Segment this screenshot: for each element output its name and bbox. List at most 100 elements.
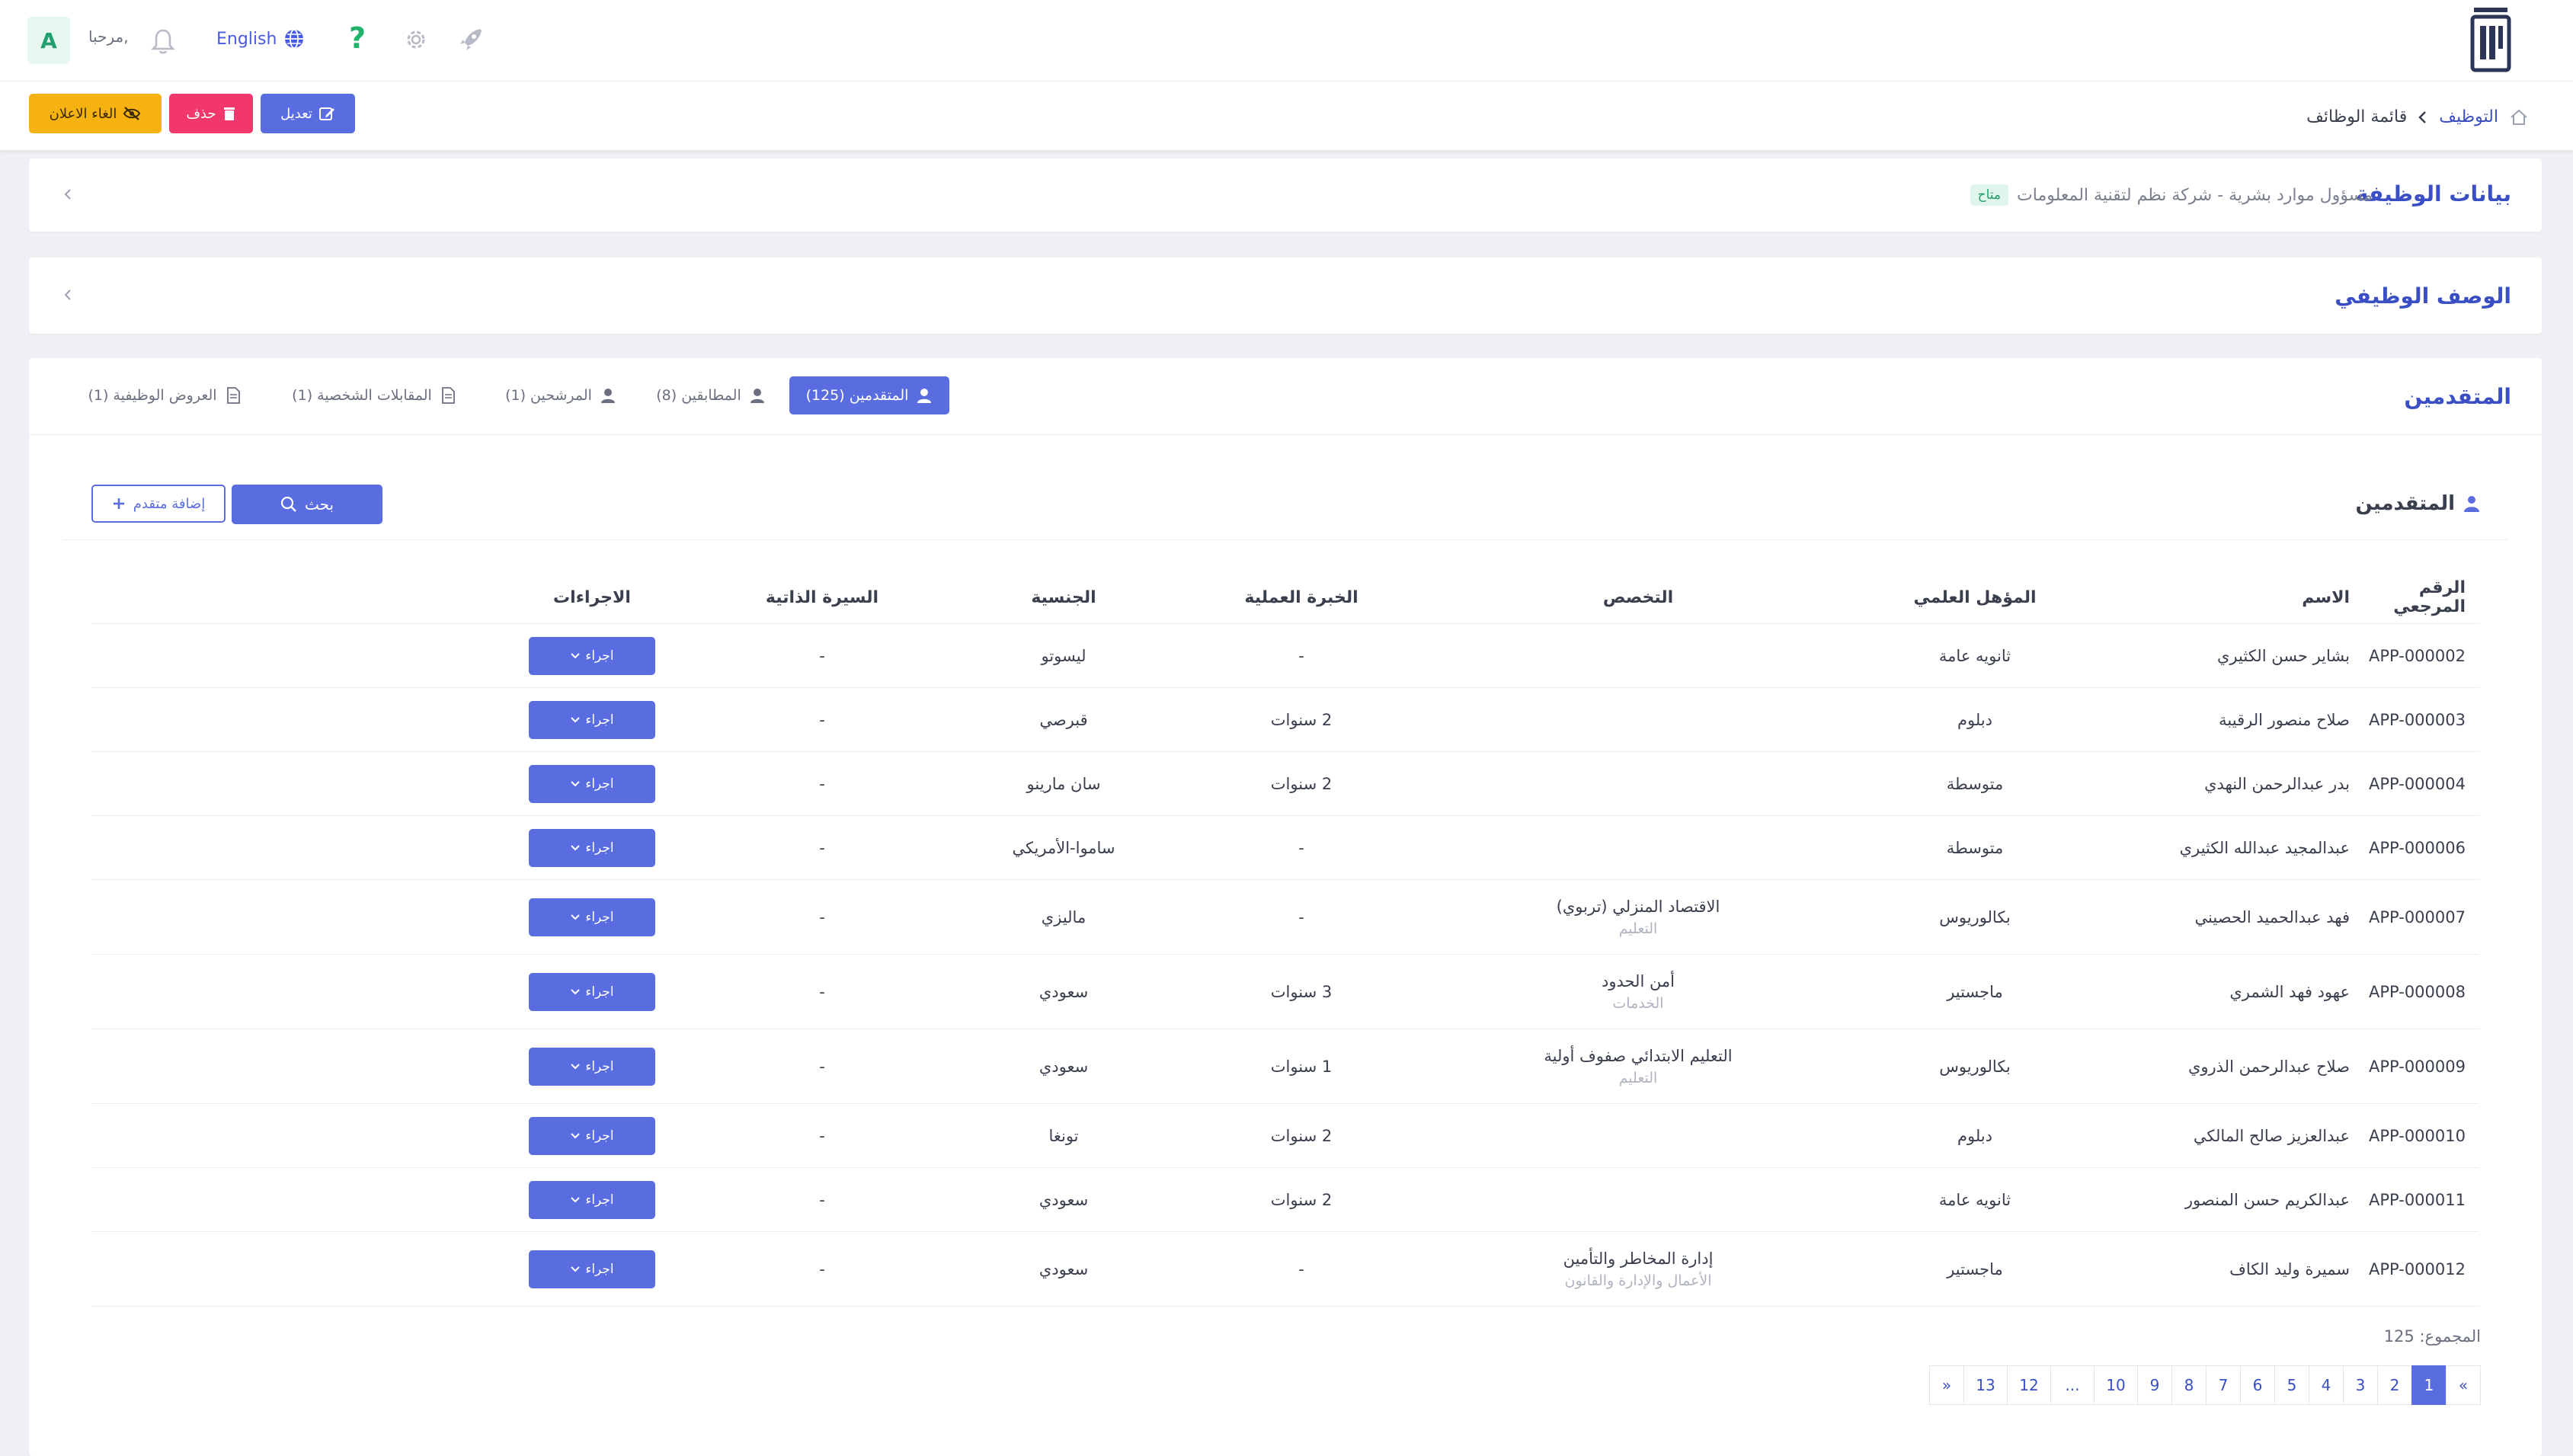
pagination-page[interactable]: 4 (2309, 1365, 2344, 1405)
row-action-dropdown[interactable]: اجراء (529, 972, 655, 1011)
globe-icon (285, 29, 304, 49)
pagination-first[interactable]: « (2446, 1365, 2481, 1405)
qualification-cell: ثانويه عامة (1860, 1167, 2090, 1232)
user-avatar[interactable]: A (27, 17, 70, 64)
rocket-icon[interactable] (457, 26, 485, 53)
language-switcher[interactable]: English (216, 27, 306, 50)
job-data-title: بيانات الوظيفة (2356, 181, 2511, 206)
chevron-left-icon[interactable] (61, 288, 75, 302)
row-action-dropdown[interactable]: اجراء (529, 1116, 655, 1155)
pagination-page[interactable]: 8 (2171, 1365, 2207, 1405)
chevron-down-icon (571, 652, 581, 658)
row-action-dropdown[interactable]: اجراء (529, 898, 655, 936)
column-header[interactable]: الاسم (2090, 571, 2351, 624)
search-label: بحث (304, 495, 334, 514)
cancel-ad-button[interactable]: الغاء الاعلان (29, 94, 162, 133)
row-action-dropdown[interactable]: اجراء (529, 1250, 655, 1288)
applicants-card: المتقدمين المتقدمين (125) المطابقين (8) … (29, 358, 2542, 1456)
row-action-dropdown[interactable]: اجراء (529, 1180, 655, 1219)
greeting-text: مرحبا, (88, 27, 129, 46)
pagination-page[interactable]: 12 (2007, 1365, 2051, 1405)
nationality-cell: سعودي (941, 1167, 1186, 1232)
nationality-cell: سان مارينو (941, 751, 1186, 816)
user-icon (600, 389, 615, 403)
search-button[interactable]: بحث (232, 485, 382, 524)
pagination-page[interactable]: 2 (2377, 1365, 2412, 1405)
pagination-page[interactable]: 5 (2274, 1365, 2309, 1405)
table-row[interactable]: APP-000006 عبدالمجيد عبدالله الكثيري متوسط… (91, 815, 2479, 880)
pagination-page[interactable]: 10 (2094, 1365, 2138, 1405)
row-action-dropdown[interactable]: اجراء (529, 636, 655, 675)
pagination: «1 2 3 4 5 6 7 8 9 10... 12 13» (1929, 1365, 2481, 1405)
table-row[interactable]: APP-000012 سميرة وليد الكاف ماجستير إدارة ا… (91, 1231, 2479, 1307)
column-header[interactable]: التخصص (1416, 571, 1860, 624)
column-header[interactable]: الاجراءات (481, 571, 703, 624)
cv-cell: - (703, 623, 941, 688)
pagination-page[interactable]: 1 (2411, 1365, 2447, 1405)
chevron-down-icon (571, 1132, 581, 1138)
ref-number-link[interactable]: APP-000010 (2351, 1103, 2479, 1168)
home-icon[interactable] (2509, 108, 2529, 126)
row-action-dropdown[interactable]: اجراء (529, 700, 655, 739)
tab-applicants[interactable]: المتقدمين (125) (789, 376, 949, 414)
ref-number-link[interactable]: APP-000008 (2351, 954, 2479, 1029)
add-applicant-button[interactable]: إضافة متقدم (91, 485, 226, 523)
edit-label: تعديل (280, 105, 312, 122)
company-logo-icon[interactable] (2463, 3, 2518, 78)
pagination-last[interactable]: » (1929, 1365, 1964, 1405)
gear-icon[interactable] (402, 26, 430, 53)
pagination-page[interactable]: 3 (2343, 1365, 2378, 1405)
row-action-label: اجراء (585, 712, 614, 728)
table-row[interactable]: APP-000003 صلاح منصور الرقيبة دبلوم 2 سنوات… (91, 687, 2479, 752)
nationality-cell: تونغا (941, 1103, 1186, 1168)
ref-number-link[interactable]: APP-000003 (2351, 687, 2479, 752)
pagination-page[interactable]: 9 (2137, 1365, 2172, 1405)
job-data-card[interactable]: بيانات الوظيفة مسؤول موارد بشرية - شركة … (29, 158, 2542, 232)
actions-cell: اجراء (481, 623, 703, 688)
qualification-cell: متوسطة (1860, 751, 2090, 816)
ref-number-link[interactable]: APP-000011 (2351, 1167, 2479, 1232)
specialization-main: أمن الحدود (1601, 971, 1675, 990)
table-row[interactable]: APP-000002 بشاير حسن الكثيري ثانويه عامة - ل… (91, 623, 2479, 688)
chevron-left-icon[interactable] (61, 187, 75, 201)
edit-button[interactable]: تعديل (261, 94, 355, 133)
ref-number-link[interactable]: APP-000007 (2351, 879, 2479, 955)
tab-job-offers[interactable]: العروض الوظيفية (1) (66, 376, 264, 414)
table-row[interactable]: APP-000004 بدر عبدالرحمن النهدي متوسطة 2 سن… (91, 751, 2479, 816)
table-row[interactable]: APP-000011 عبدالكريم حسن المنصور ثانويه عا… (91, 1167, 2479, 1232)
row-spacer (91, 815, 481, 880)
job-description-card[interactable]: الوصف الوظيفي (29, 258, 2542, 334)
column-header[interactable]: الرقم المرجعي (2351, 571, 2479, 624)
table-row[interactable]: APP-000007 فهد عبدالحميد الحصيني بكالوريوس… (91, 879, 2479, 955)
delete-button[interactable]: حذف (169, 94, 253, 133)
table-row[interactable]: APP-000008 عهود فهد الشمري ماجستير أمن الحد… (91, 954, 2479, 1029)
pagination-page[interactable]: 13 (1963, 1365, 2008, 1405)
pagination-page[interactable]: 6 (2240, 1365, 2275, 1405)
column-header[interactable]: المؤهل العلمي (1860, 571, 2090, 624)
column-header[interactable]: الجنسية (941, 571, 1186, 624)
row-action-dropdown[interactable]: اجراء (529, 1047, 655, 1086)
row-action-dropdown[interactable]: اجراء (529, 828, 655, 867)
pagination-page[interactable]: 7 (2206, 1365, 2241, 1405)
ref-number-link[interactable]: APP-000002 (2351, 623, 2479, 688)
row-action-dropdown[interactable]: اجراء (529, 764, 655, 803)
cv-cell: - (703, 1231, 941, 1307)
help-icon[interactable]: ? (349, 21, 366, 55)
column-header[interactable]: الخبرة العملية (1186, 571, 1416, 624)
tab-nominated[interactable]: المرشحين (1) (492, 376, 629, 414)
table-row[interactable]: APP-000010 عبدالعزيز صالح المالكي دبلوم 2 س… (91, 1103, 2479, 1168)
row-spacer (91, 1103, 481, 1168)
chevron-left-icon (2418, 110, 2427, 123)
ref-number-link[interactable]: APP-000006 (2351, 815, 2479, 880)
ref-number-link[interactable]: APP-000012 (2351, 1231, 2479, 1307)
ref-number-link[interactable]: APP-000004 (2351, 751, 2479, 816)
nationality-cell: ماليزي (941, 879, 1186, 955)
tab-matched[interactable]: المطابقين (8) (646, 376, 776, 414)
tab-interviews[interactable]: المقابلات الشخصية (1) (271, 376, 477, 414)
divider (62, 539, 2508, 540)
column-header[interactable]: السيرة الذاتية (703, 571, 941, 624)
table-row[interactable]: APP-000009 صلاح عبدالرحمن الذروي بكالوريوس… (91, 1029, 2479, 1104)
breadcrumb-root[interactable]: التوظيف (2439, 107, 2498, 126)
bell-icon[interactable] (151, 27, 175, 55)
ref-number-link[interactable]: APP-000009 (2351, 1029, 2479, 1104)
